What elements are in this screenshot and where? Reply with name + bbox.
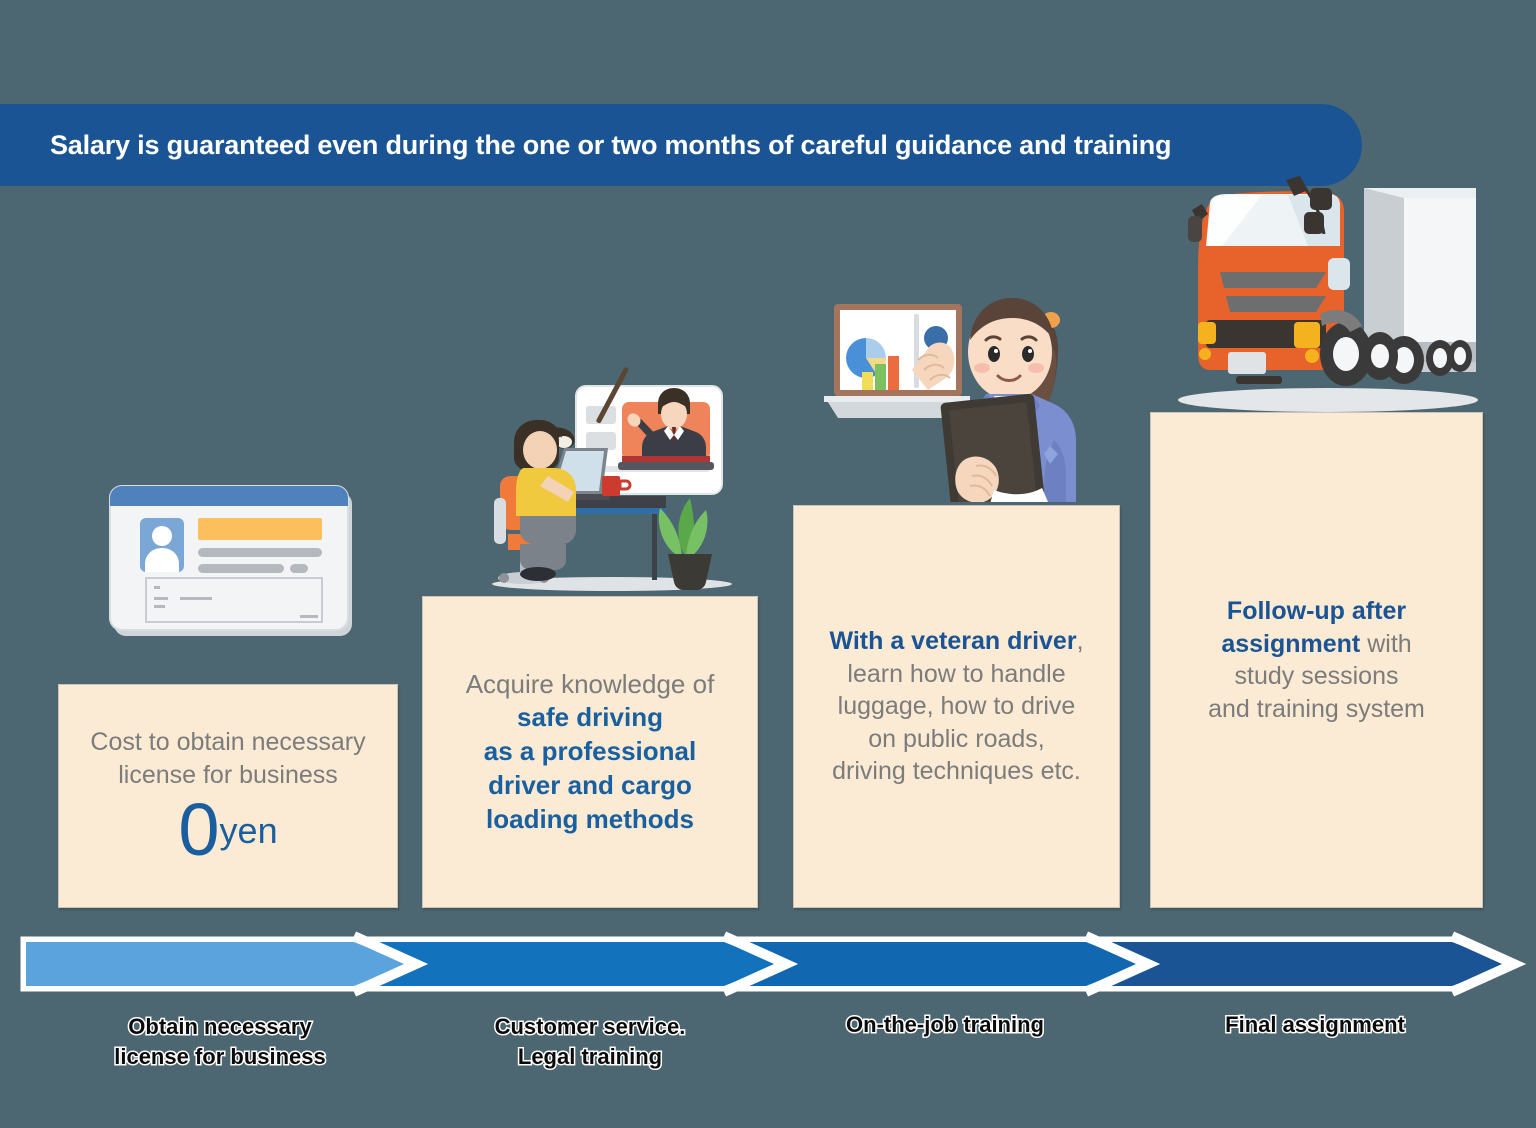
infographic-root: Salary is guaranteed even during the one… — [0, 0, 1536, 1128]
card2-line4: driver and cargo — [488, 769, 692, 800]
card1-line2: license for business — [118, 760, 338, 789]
card-veteran-driver: With a veteran driver, learn how to hand… — [793, 505, 1120, 908]
card4-line3: study sessions — [1234, 662, 1399, 690]
step-label-3: On-the-job training — [780, 1010, 1110, 1040]
process-arrow-bar — [0, 916, 1536, 1012]
card4-line2-bold: assignment — [1221, 629, 1361, 658]
card-follow-up: Follow-up after assignment with study se… — [1150, 412, 1483, 908]
card1-amount: 0 — [178, 788, 220, 872]
step-label-2: Customer service. Legal training — [410, 1012, 770, 1071]
card4-line4: and training system — [1208, 694, 1425, 723]
step-label-4: Final assignment — [1140, 1010, 1490, 1040]
step1-line1: Obtain necessary — [127, 1013, 313, 1041]
card2-line2: safe driving — [517, 702, 663, 733]
card3-line5: driving techniques etc. — [832, 757, 1081, 786]
step-label-1: Obtain necessary license for business — [30, 1012, 410, 1071]
step3-line1: On-the-job training — [845, 1011, 1046, 1039]
id-card-icon — [109, 485, 352, 636]
online-training-icon — [492, 367, 732, 591]
card-license-cost: Cost to obtain necessary license for bus… — [58, 684, 398, 908]
card1-amount-row: 0yen — [67, 793, 389, 867]
card3-line1-rest: , — [1076, 627, 1084, 656]
card1-amount-unit: yen — [219, 810, 278, 852]
header-banner: Salary is guaranteed even during the one… — [0, 104, 1362, 186]
card3-line4: on public roads, — [868, 724, 1045, 753]
whiteboard-presentation-icon — [824, 298, 1076, 519]
arrow-steps — [20, 931, 1527, 997]
card-safe-driving: Acquire knowledge of safe driving as a p… — [422, 596, 758, 908]
card2-line3: as a professional — [483, 736, 697, 767]
truck-illustration — [1168, 172, 1486, 414]
banner-title: Salary is guaranteed even during the one… — [50, 129, 1172, 160]
step2-line1: Customer service. — [493, 1013, 687, 1041]
id-card-illustration — [108, 484, 358, 640]
card1-line1: Cost to obtain necessary — [90, 728, 366, 757]
card3-line2: learn how to handle — [847, 659, 1066, 688]
card3-line1-bold: With a veteran driver — [829, 627, 1077, 656]
card3-line3: luggage, how to drive — [837, 692, 1076, 721]
card2-line5: loading methods — [486, 803, 694, 834]
card2-line1: Acquire knowledge of — [465, 668, 715, 699]
cargo-truck-icon — [1178, 176, 1478, 412]
card4-line1: Follow-up after — [1226, 597, 1407, 625]
card4-line2-row: assignment with — [1159, 628, 1474, 661]
presenter-illustration — [818, 280, 1080, 519]
card4-line2-rest: with — [1360, 629, 1412, 658]
card3-line1-row: With a veteran driver, — [802, 625, 1111, 658]
step4-line1: Final assignment — [1224, 1011, 1407, 1039]
step1-line2: license for business — [113, 1042, 328, 1070]
e-learning-illustration — [462, 358, 742, 596]
step2-line2: Legal training — [516, 1042, 663, 1070]
